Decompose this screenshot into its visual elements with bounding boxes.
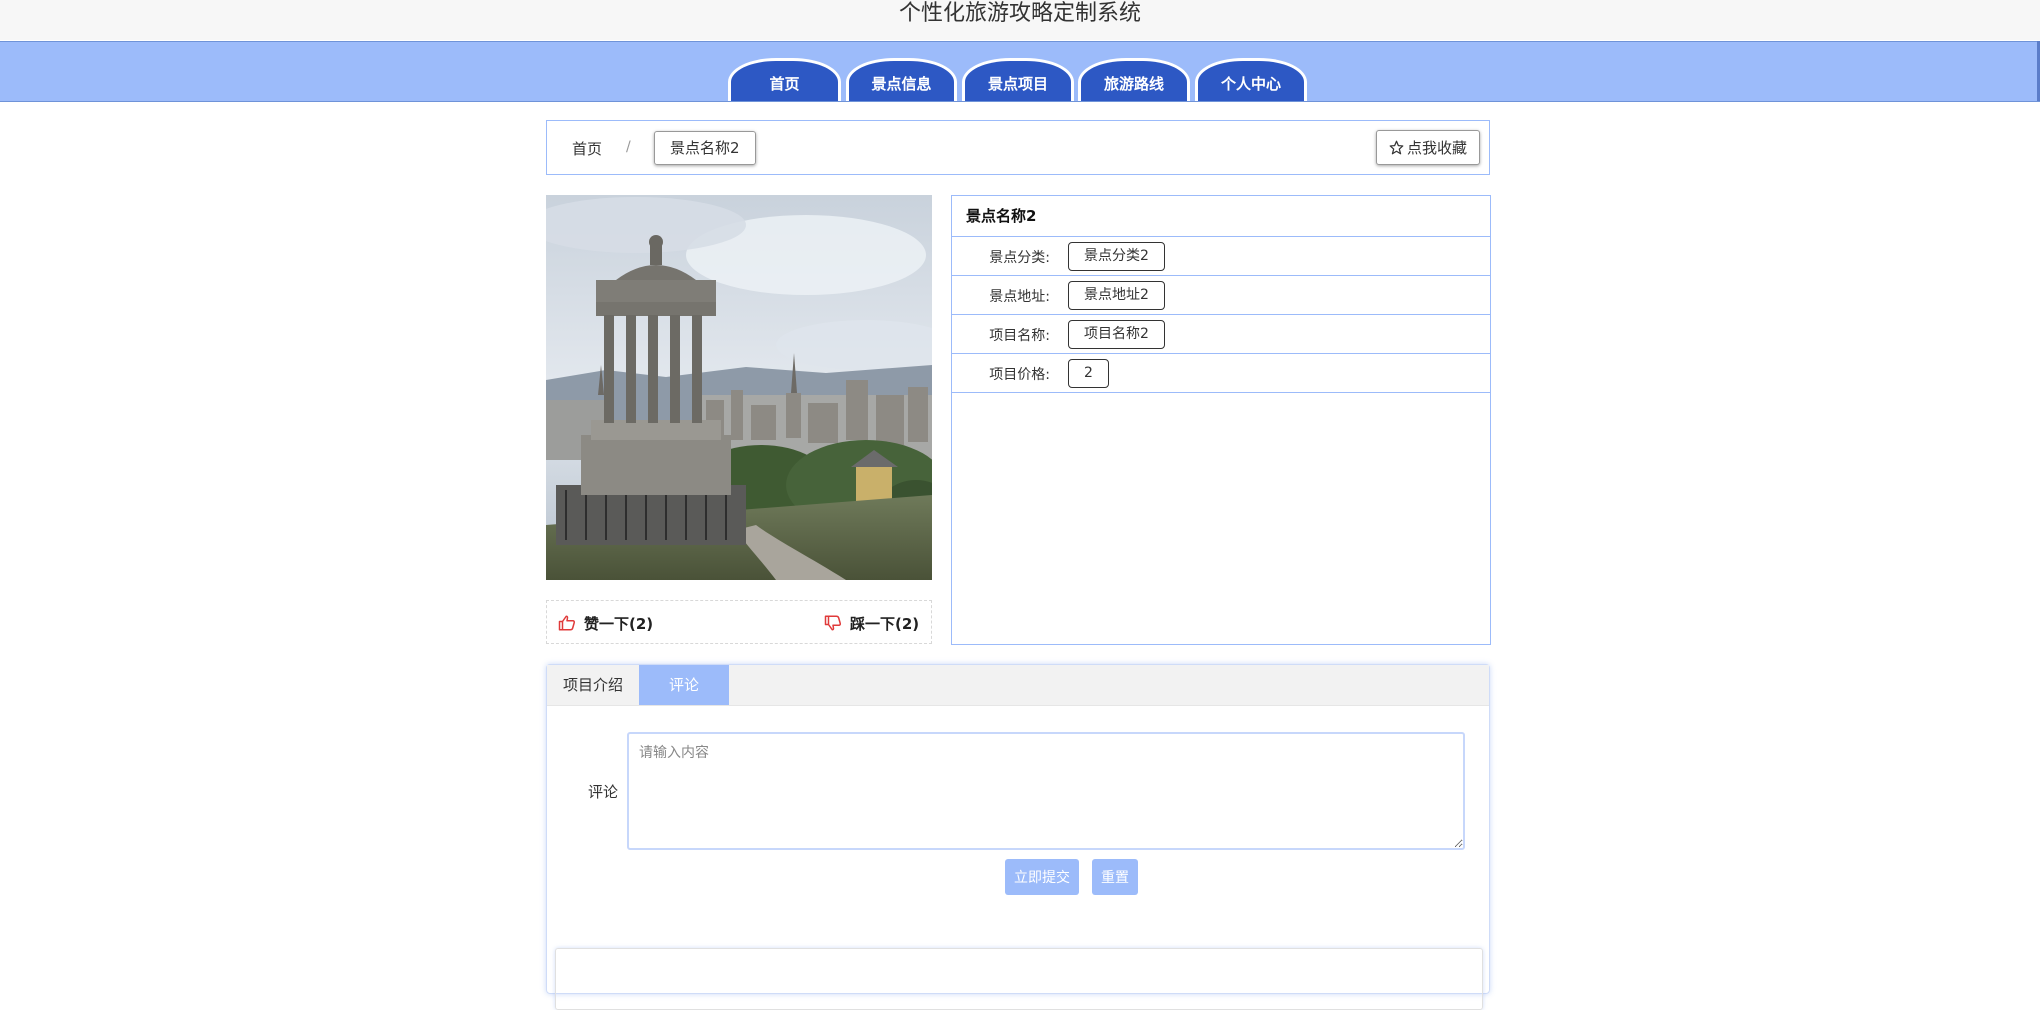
tab-project-intro[interactable]: 项目介绍 [547,665,639,705]
info-row-address: 景点地址: 景点地址2 [952,276,1490,315]
attraction-photo [546,195,932,580]
info-label: 景点分类: [989,250,1050,266]
like-label: 赞一下(2) [584,615,654,633]
nav-tab-attractions[interactable]: 景点信息 [846,58,957,101]
attraction-name: 景点名称2 [952,196,1490,237]
dislike-button[interactable]: 踩一下(2) [824,613,919,634]
attraction-info-panel: 景点名称2 景点分类: 景点分类2 景点地址: 景点地址2 项目名称: 项目名称… [951,195,1491,645]
main-navigation: 首页 景点信息 景点项目 旅游路线 个人中心 [0,41,2040,102]
breadcrumb-current: 景点名称2 [654,131,756,165]
info-label: 项目价格: [989,367,1050,383]
star-outline-icon [1389,140,1404,155]
dislike-label: 踩一下(2) [850,615,920,633]
like-button[interactable]: 赞一下(2) [558,613,653,634]
favorite-button-label: 点我收藏 [1406,139,1467,157]
breadcrumb-separator: / [626,139,631,155]
nav-tab-routes[interactable]: 旅游路线 [1078,58,1190,101]
tab-header: 项目介绍 评论 [547,665,1489,706]
nav-tab-profile[interactable]: 个人中心 [1195,58,1307,101]
submit-button[interactable]: 立即提交 [1005,859,1079,895]
info-value: 2 [1068,359,1109,388]
info-value: 景点分类2 [1068,242,1165,271]
info-value: 项目名称2 [1068,320,1165,349]
comment-label: 评论 [588,783,619,801]
thumbs-up-icon [558,615,576,631]
detail-tab-panel: 项目介绍 评论 评论 立即提交 重置 [546,664,1490,1010]
favorite-button[interactable]: 点我收藏 [1375,130,1480,165]
comment-input[interactable] [627,732,1465,850]
page-title: 个性化旅游攻略定制系统 [0,0,2040,40]
thumbs-down-icon [824,615,842,631]
nav-tab-home[interactable]: 首页 [728,58,841,101]
breadcrumb: 首页 / 景点名称2 点我收藏 [546,120,1490,175]
info-row-project-price: 项目价格: 2 [952,354,1490,393]
comment-list [555,948,1483,1010]
info-label: 景点地址: [989,289,1050,305]
tab-comments[interactable]: 评论 [639,665,729,705]
vote-bar: 赞一下(2) 踩一下(2) [546,600,932,644]
info-row-category: 景点分类: 景点分类2 [952,237,1490,276]
info-value: 景点地址2 [1068,281,1165,310]
breadcrumb-home-link[interactable]: 首页 [572,138,602,159]
reset-button[interactable]: 重置 [1092,859,1138,895]
nav-tab-projects[interactable]: 景点项目 [962,58,1074,101]
info-label: 项目名称: [989,328,1050,344]
info-row-project-name: 项目名称: 项目名称2 [952,315,1490,354]
